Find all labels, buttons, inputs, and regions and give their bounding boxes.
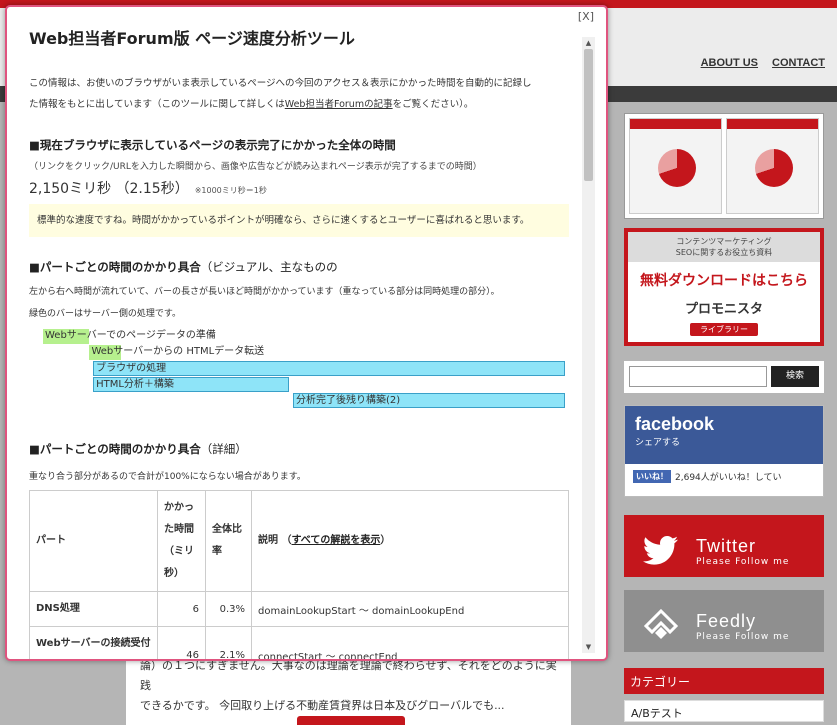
- close-button[interactable]: [X]: [578, 10, 594, 23]
- facebook-like-button[interactable]: いいね！: [633, 470, 671, 483]
- detail-note: 重なり合う部分があるので合計が100%にならない場合があります。: [29, 472, 306, 482]
- col-part: パート: [29, 490, 158, 592]
- dialog-title: Web担当者Forum版 ページ速度分析ツール: [29, 29, 355, 48]
- library-badge: ライブラリー: [690, 323, 758, 336]
- speed-verdict: 標準的な速度ですね。時間がかかっているポイントが明確なら、さらに速くするとユーザ…: [29, 204, 569, 237]
- row-part: Webサーバーの接続受付（SSL）: [29, 626, 158, 659]
- row-part: DNS処理: [29, 591, 158, 627]
- feedly-icon: [642, 607, 680, 645]
- visual-desc-line-1: 左から右へ時間が流れていて、バーの長さが長いほど時間がかかっています（重なってい…: [29, 287, 500, 297]
- scroll-up-arrow-icon[interactable]: ▲: [582, 39, 595, 47]
- download-banner[interactable]: コンテンツマーケティング SEOに関するお役立ち資料 無料ダウンロードはこちら …: [624, 228, 824, 346]
- nav-about-us[interactable]: ABOUT US: [701, 57, 758, 69]
- article-line-2: できるかです。 今回取り上げる不動産賃貸界は日本及びグローバルでも...: [140, 699, 505, 712]
- speed-analysis-dialog: [X] ▲ ▼ Web担当者Forum版 ページ速度分析ツール この情報は、お使…: [5, 5, 608, 661]
- article-line-1: 論）の１つにすぎません。大事なのは理論を理論で終わらせず、それをどのように実践: [140, 659, 557, 692]
- twitter-follow-banner[interactable]: Twitter Please Follow me: [624, 515, 824, 577]
- detail-heading-sub: （詳細）: [200, 442, 247, 456]
- report-thumb-2: [726, 118, 819, 214]
- gantt-bar: 分析完了後残り構築(2): [293, 393, 565, 408]
- facebook-like-count: 2,694人がいいね！してい: [675, 473, 782, 483]
- row-desc: connectStart ～ connectEnd: [251, 626, 569, 659]
- article-link[interactable]: Web担当者Forumの記事: [285, 99, 393, 110]
- table-header-row: パート かかった時間（ミリ秒） 全体比率 説明 （すべての解説を表示）: [29, 490, 569, 592]
- gantt-bar: ブラウザの処理: [93, 361, 565, 376]
- total-time-value: 2,150ミリ秒 （2.15秒） ※1000ミリ秒＝1秒: [29, 178, 569, 198]
- detail-breakdown-heading: ■パートごとの時間のかかり具合（詳細）: [29, 441, 569, 457]
- ms-conversion-note: ※1000ミリ秒＝1秒: [194, 186, 267, 195]
- promonista-logo: プロモニスタ: [684, 302, 763, 317]
- gantt-bar: Webサーバーでのページデータの準備: [43, 329, 216, 344]
- search-widget: 検索: [624, 361, 824, 393]
- facebook-banner[interactable]: facebook シェアする: [625, 406, 823, 464]
- facebook-like-row: いいね！ 2,694人がいいね！してい: [625, 464, 823, 489]
- row-ratio: 0.3%: [205, 591, 252, 627]
- category-heading: カテゴリー: [624, 668, 824, 694]
- banner-line-2: SEOに関するお役立ち資料: [675, 248, 773, 257]
- article-read-more-button[interactable]: [297, 716, 405, 725]
- total-time-note: （リンクをクリック/URLを入力した瞬間から、画像や広告などが読み込まれページ表…: [29, 162, 482, 172]
- visual-desc-line-2: 緑色のバーはサーバー側の処理です。: [29, 309, 182, 319]
- show-all-explanations-link[interactable]: すべての解説を表示: [291, 535, 380, 546]
- download-banner-main: 無料ダウンロードはこちら: [640, 273, 808, 289]
- feedly-follow-banner[interactable]: Feedly Please Follow me: [624, 590, 824, 652]
- article-snippet: 論）の１つにすぎません。大事なのは理論を理論で終わらせず、それをどのように実践 …: [126, 650, 571, 725]
- gantt-bar: HTML分析＋構築: [93, 377, 289, 392]
- twitter-sub: Please Follow me: [696, 556, 790, 567]
- row-ratio: 2.1%: [205, 626, 252, 659]
- table-row: DNS処理 6 0.3% domainLookupStart ～ domainL…: [29, 591, 569, 627]
- visual-breakdown-desc: 左から右へ時間が流れていて、バーの長さが長いほど時間がかかっています（重なってい…: [29, 281, 569, 325]
- search-button[interactable]: 検索: [771, 366, 819, 387]
- intro-line-2a: た情報をもとに出しています（このツールに関して詳しくは: [29, 99, 285, 110]
- intro-line-2b: をご覧ください）。: [392, 99, 474, 110]
- col-desc: 説明 （すべての解説を表示）: [251, 490, 569, 592]
- col-desc-label: 説明: [258, 535, 278, 546]
- feedly-sub: Please Follow me: [696, 631, 790, 642]
- total-time-ms: 2,150ミリ秒 （2.15秒）: [29, 181, 189, 197]
- col-ratio: 全体比率: [205, 490, 252, 592]
- site-nav: ABOUT US CONTACT: [701, 57, 825, 69]
- timing-gantt-chart: Webサーバーでのページデータの準備 Webサーバーからの HTMLデータ転送 ブラ…: [29, 327, 569, 419]
- row-desc: domainLookupStart ～ domainLookupEnd: [251, 591, 569, 627]
- category-item-ab-test[interactable]: A/Bテスト: [624, 700, 824, 722]
- twitter-title: Twitter: [696, 535, 757, 556]
- intro-line-1: この情報は、お使いのブラウザがいま表示しているページへの今回のアクセス＆表示にか…: [29, 78, 532, 89]
- twitter-bird-icon: [642, 532, 680, 570]
- scrollbar-thumb[interactable]: [584, 49, 593, 181]
- total-time-heading: ■現在ブラウザに表示しているページの表示完了にかかった全体の時間: [29, 138, 396, 152]
- row-ms: 46: [157, 626, 206, 659]
- facebook-title: facebook: [635, 414, 715, 434]
- dialog-content: Web担当者Forum版 ページ速度分析ツール この情報は、お使いのブラウザがい…: [29, 25, 569, 659]
- detail-heading-main: ■パートごとの時間のかかり具合: [29, 442, 201, 456]
- intro-text: この情報は、お使いのブラウザがいま表示しているページへの今回のアクセス＆表示にか…: [29, 73, 569, 115]
- scroll-down-arrow-icon[interactable]: ▼: [582, 643, 595, 651]
- nav-contact[interactable]: CONTACT: [772, 57, 825, 69]
- banner-line-1: コンテンツマーケティング: [676, 237, 772, 246]
- visual-heading-main: ■パートごとの時間のかかり具合: [29, 260, 201, 274]
- col-ms: かかった時間（ミリ秒）: [157, 490, 206, 592]
- dialog-scrollbar[interactable]: ▲ ▼: [582, 37, 595, 653]
- report-thumb-1: [629, 118, 722, 214]
- table-row: Webサーバーの接続受付（SSL） 46 2.1% connectStart ～…: [29, 626, 569, 659]
- visual-heading-sub: （ビジュアル、主なものの: [200, 260, 338, 274]
- intro-line-2: た情報をもとに出しています（このツールに関して詳しくはWeb担当者Forumの記…: [29, 94, 569, 115]
- download-banner-top: コンテンツマーケティング SEOに関するお役立ち資料: [628, 232, 820, 262]
- facebook-share: シェアする: [635, 438, 681, 448]
- report-thumbnails[interactable]: [624, 113, 824, 219]
- feedly-title: Feedly: [696, 610, 757, 631]
- visual-breakdown-heading: ■パートごとの時間のかかり具合（ビジュアル、主なものの: [29, 259, 569, 275]
- facebook-widget[interactable]: facebook シェアする いいね！ 2,694人がいいね！してい: [624, 405, 824, 497]
- gantt-bar: Webサーバーからの HTMLデータ転送: [89, 345, 264, 360]
- search-input[interactable]: [629, 366, 767, 387]
- timing-table: パート かかった時間（ミリ秒） 全体比率 説明 （すべての解説を表示） DNS処…: [29, 490, 569, 659]
- row-ms: 6: [157, 591, 206, 627]
